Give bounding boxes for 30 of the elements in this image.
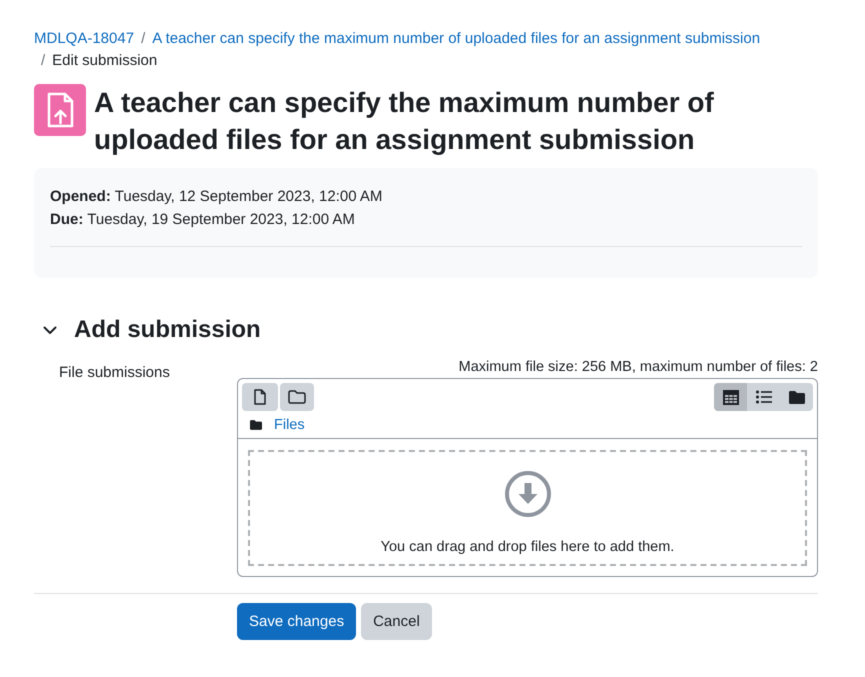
arrow-down-circle-icon [504, 471, 550, 517]
file-limits-text: Maximum file size: 256 MB, maximum number of files: 2 [458, 358, 818, 377]
grid-view-button[interactable] [714, 383, 747, 411]
page-title: A teacher can specify the maximum number of uploaded files for an assignment submission [94, 86, 715, 157]
list-view-button[interactable] [747, 383, 780, 411]
drop-zone[interactable]: You can drag and drop files here to add them. [248, 450, 807, 566]
folder-view-button[interactable] [780, 383, 813, 411]
drop-zone-text: You can drag and drop files here to add them. [380, 538, 674, 557]
breadcrumb-separator: / [40, 51, 46, 71]
save-button[interactable]: Save changes [237, 603, 356, 640]
file-upload-icon [34, 84, 86, 136]
breadcrumb-link[interactable]: MDLQA-18047 [34, 28, 134, 50]
grid-icon [722, 390, 738, 404]
folder-icon [288, 390, 306, 404]
folder-icon [250, 420, 262, 430]
date-text: Opened: Tuesday, 12 September 2023, 12:00 AM [50, 187, 382, 207]
file-icon [254, 389, 266, 405]
list-icon [756, 390, 772, 404]
create-folder-button[interactable] [280, 383, 314, 411]
section-heading: Add submission [74, 315, 261, 345]
path-link[interactable]: Files [274, 414, 305, 434]
breadcrumb-link[interactable]: A teacher can specify the maximum number of uploaded files for an assignment submission [152, 28, 760, 50]
date-text: Due: Tuesday, 19 September 2023, 12:00 AM [50, 210, 355, 230]
add-file-button[interactable] [242, 383, 278, 411]
folder-icon [788, 390, 804, 404]
breadcrumb-separator: / [140, 29, 146, 49]
chevron-icon[interactable] [43, 326, 57, 334]
breadcrumb-current: Edit submission [52, 51, 158, 71]
field-label: File submissions [59, 363, 170, 383]
cancel-button[interactable]: Cancel [361, 603, 432, 640]
